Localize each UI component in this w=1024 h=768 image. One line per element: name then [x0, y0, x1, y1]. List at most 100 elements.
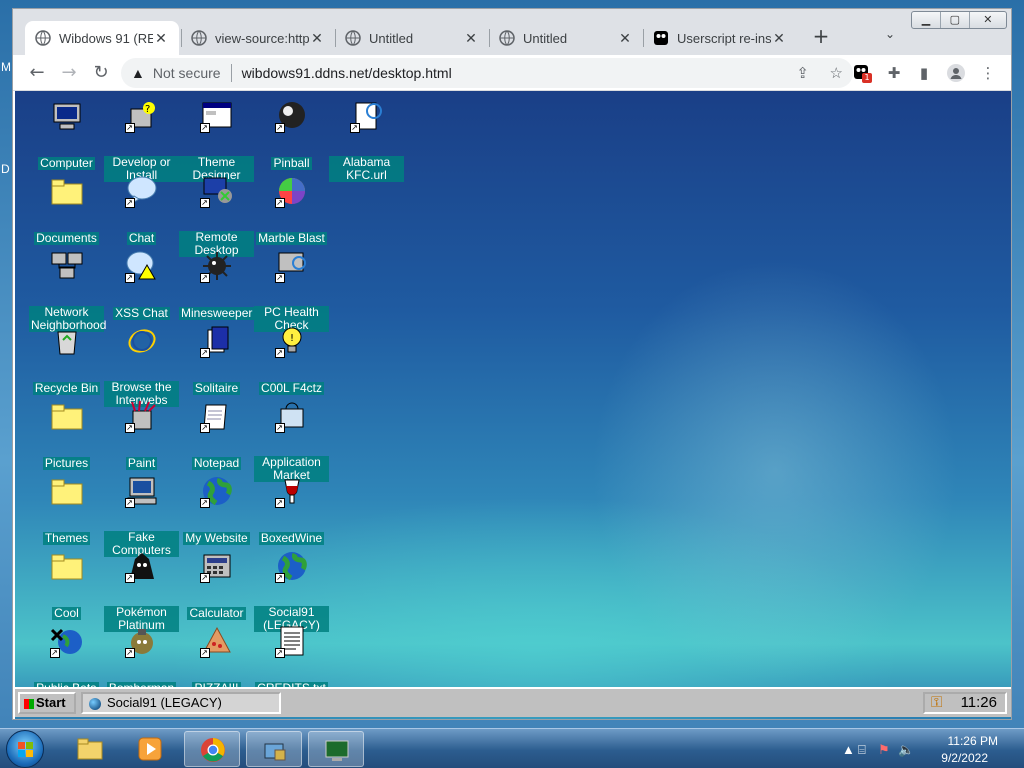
bomberman-icon: ↗ — [124, 624, 159, 658]
desktop-icon-my-website[interactable]: ↗ My Website — [179, 474, 254, 546]
taskbar-item-social91[interactable]: Social91 (LEGACY) — [81, 692, 281, 714]
desktop-icon-theme-designer[interactable]: ↗ Theme Designer — [179, 99, 254, 183]
chrome-menu-icon[interactable]: ⋮ — [979, 64, 997, 82]
desktop-icon-marble-blast[interactable]: ↗ Marble Blast — [254, 174, 329, 246]
fake-computer-icon: ↗ — [124, 474, 159, 508]
tab-view-source[interactable]: view-source:http ✕ — [181, 21, 335, 55]
shortcut-arrow-icon: ↗ — [124, 648, 135, 658]
desktop-icon-develop-or-install[interactable]: ? ↗ Develop or Install — [104, 99, 179, 183]
reload-button[interactable]: ↻ — [89, 61, 113, 85]
volume-icon[interactable]: 🔈 — [898, 742, 914, 758]
key-icon[interactable]: ⚿ — [931, 694, 942, 712]
bookmark-star-icon[interactable]: ☆ — [830, 64, 843, 82]
network-icon[interactable]: ⌸ — [858, 742, 866, 758]
desktop-icon-application-market[interactable]: ↗ Application Market — [254, 399, 329, 483]
desktop-icon-alabama-kfc-url[interactable]: ↗ Alabama KFC.url — [329, 99, 404, 183]
url-icon: ↗ — [349, 99, 384, 133]
shortcut-arrow-icon: ↗ — [274, 123, 285, 133]
window-controls: ▁ ▢ ✕ — [911, 11, 1007, 29]
desktop-icon-documents[interactable]: Documents — [29, 174, 104, 246]
desktop-icon-themes[interactable]: Themes — [29, 474, 104, 546]
tab-title: Untitled — [369, 30, 414, 46]
desktop-icon-c00l-f4ctz[interactable]: ! ↗ C00L F4ctz — [254, 324, 329, 396]
desktop-icon-minesweeper[interactable]: ↗ Minesweeper — [179, 249, 254, 321]
tab-wibdows91[interactable]: Wibdows 91 (REL ✕ — [25, 21, 179, 55]
close-tab-icon[interactable]: ✕ — [153, 30, 169, 47]
desktop-icon-paint[interactable]: ↗ Paint — [104, 399, 179, 471]
desktop-icon-cool[interactable]: Cool — [29, 549, 104, 621]
desktop-icon-remote-desktop[interactable]: ↗ Remote Desktop — [179, 174, 254, 258]
windows-logo-icon — [24, 698, 34, 709]
desktop-icon-social91-legacy[interactable]: ↗ Social91 (LEGACY) — [254, 549, 329, 633]
minimize-button[interactable]: ▁ — [912, 12, 941, 28]
develop-icon: ? ↗ — [124, 99, 159, 133]
desktop-icon-pizza[interactable]: ↗PIZZA!!! — [179, 624, 254, 696]
desktop-icon-pictures[interactable]: Pictures — [29, 399, 104, 471]
desktop-icon-calculator[interactable]: ↗ Calculator — [179, 549, 254, 621]
taskbar-terminal-app[interactable] — [308, 731, 364, 767]
desktop-icon-pok-mon-platinum[interactable]: ↗ Pokémon Platinum — [104, 549, 179, 633]
maximize-button[interactable]: ▢ — [941, 12, 970, 28]
close-tab-icon[interactable]: ✕ — [309, 30, 325, 47]
show-hidden-icons[interactable]: ▲ — [842, 742, 855, 757]
taskbar-explorer[interactable] — [62, 731, 118, 767]
taskbar-media-player[interactable] — [122, 731, 178, 767]
tab-untitled-1[interactable]: Untitled ✕ — [335, 21, 489, 55]
start-button[interactable]: Start — [18, 692, 76, 714]
shortcut-arrow-icon: ↗ — [274, 198, 285, 208]
close-window-button[interactable]: ✕ — [970, 12, 1006, 28]
back-button[interactable]: ← — [25, 61, 49, 85]
desktop-icon-pc-health-check[interactable]: ↗ PC Health Check — [254, 249, 329, 333]
desktop-icon-computer[interactable]: Computer — [29, 99, 104, 171]
desktop-icon-label: Computer — [38, 156, 95, 170]
action-center-icon[interactable]: ⚑ — [878, 742, 890, 758]
close-tab-icon[interactable]: ✕ — [463, 30, 479, 47]
win7-start-orb[interactable] — [6, 730, 44, 768]
desktop-icon-bomberman[interactable]: ↗Bomberman — [104, 624, 179, 696]
desktop-icon-recycle-bin[interactable]: Recycle Bin — [29, 324, 104, 396]
tab-title: view-source:http — [215, 30, 309, 46]
globe-icon — [89, 697, 101, 710]
globe-icon — [345, 30, 361, 46]
w91-clock: 11:26 — [960, 694, 997, 711]
bulb-icon: ! ↗ — [274, 324, 309, 358]
desktop-icon-label: Documents — [34, 231, 99, 245]
share-icon[interactable]: ⇪ — [796, 64, 809, 82]
forward-button[interactable]: → — [57, 61, 81, 85]
desktop-icon-fake-computers[interactable]: ↗ Fake Computers — [104, 474, 179, 558]
desktop-icon-network-neighborhood[interactable]: Network Neighborhood — [29, 249, 106, 333]
marble-icon: ↗ — [274, 174, 309, 208]
desktop-icon-chat[interactable]: ↗ Chat — [104, 174, 179, 246]
tab-userscript[interactable]: Userscript re-inst ✕ — [643, 21, 797, 55]
taskbar-chrome[interactable] — [184, 731, 240, 767]
desktop-icon-notepad[interactable]: ↗ Notepad — [179, 399, 254, 471]
warning-icon[interactable]: ▲ — [131, 65, 145, 81]
side-panel-icon[interactable]: ▮ — [915, 64, 933, 82]
chat-warn-icon: ↗ — [124, 249, 159, 283]
address-bar[interactable]: ▲ Not secure wibdows91.ddns.net/desktop.… — [121, 58, 853, 88]
tab-search-button[interactable]: ⌄ — [885, 27, 895, 41]
tampermonkey-extension-icon[interactable]: 1 — [853, 64, 872, 83]
profile-avatar-icon[interactable] — [947, 64, 965, 82]
desktop-icon-credits-txt[interactable]: ↗CREDITS.txt — [254, 624, 329, 696]
tab-untitled-2[interactable]: Untitled ✕ — [489, 21, 643, 55]
shortcut-arrow-icon: ↗ — [199, 198, 210, 208]
desktop-icon-xss-chat[interactable]: ↗ XSS Chat — [104, 249, 179, 321]
desktop-icon-pinball[interactable]: ↗ Pinball — [254, 99, 329, 171]
start-label: Start — [36, 695, 66, 710]
desktop-icon-boxedwine[interactable]: ↗ BoxedWine — [254, 474, 329, 546]
desktop-icon-solitaire[interactable]: ↗ Solitaire — [179, 324, 254, 396]
new-tab-button[interactable]: + — [809, 25, 833, 49]
desktop-icon-browse-the-interwebs[interactable]: Browse the Interwebs — [104, 324, 179, 408]
close-tab-icon[interactable]: ✕ — [617, 30, 633, 47]
desktop-icon-public-beta[interactable]: ↗Public Beta — [29, 624, 104, 696]
close-tab-icon[interactable]: ✕ — [771, 30, 787, 47]
extensions-puzzle-icon[interactable]: ✚ — [885, 64, 903, 82]
taskbar-network-app[interactable] — [246, 731, 302, 767]
shortcut-arrow-icon: ↗ — [274, 348, 285, 358]
url-text: wibdows91.ddns.net/desktop.html — [241, 65, 452, 81]
shortcut-arrow-icon: ↗ — [124, 573, 135, 583]
win7-clock-time[interactable]: 11:26 PM — [948, 734, 998, 748]
computer-icon — [50, 99, 84, 133]
win7-clock-date[interactable]: 9/2/2022 — [941, 751, 988, 765]
